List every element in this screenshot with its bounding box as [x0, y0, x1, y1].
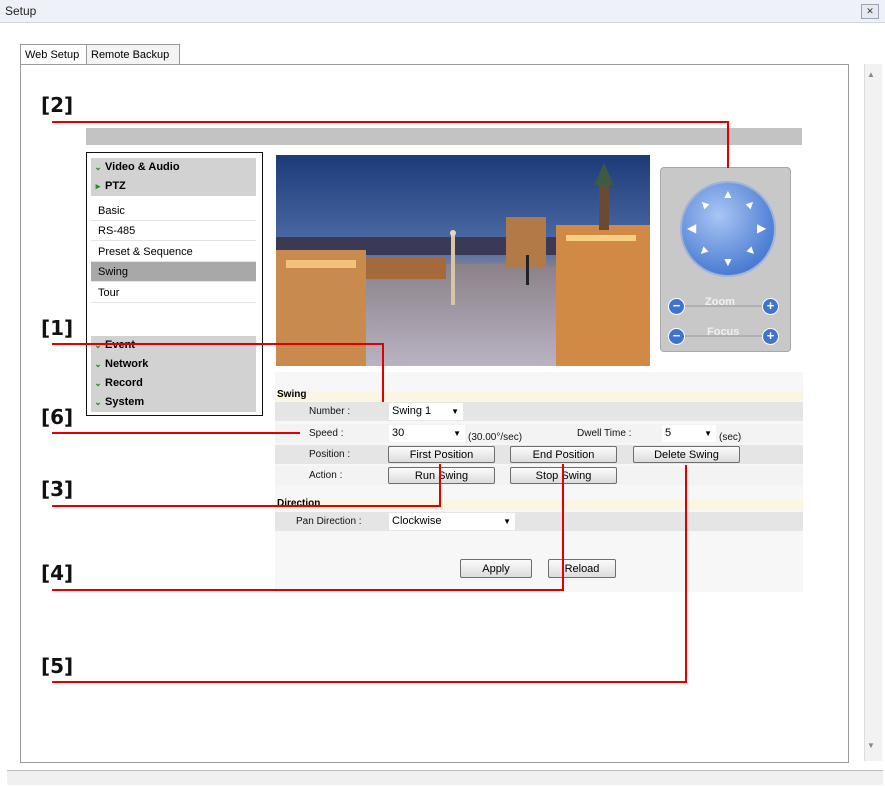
callout-label-5: [5] — [41, 654, 74, 678]
callout-lines — [52, 121, 729, 683]
callout-line-4 — [52, 464, 564, 591]
callout-label-3: [3] — [41, 477, 74, 501]
callout-label-4: [4] — [41, 561, 74, 585]
callout-line-1 — [52, 343, 384, 402]
callout-line-3 — [52, 464, 441, 507]
callout-label-2: [2] — [41, 93, 74, 117]
callout-line-5 — [52, 465, 687, 683]
callout-line-2 — [52, 121, 729, 168]
callout-label-1: [1] — [41, 316, 74, 340]
callout-label-6: [6] — [41, 405, 74, 429]
